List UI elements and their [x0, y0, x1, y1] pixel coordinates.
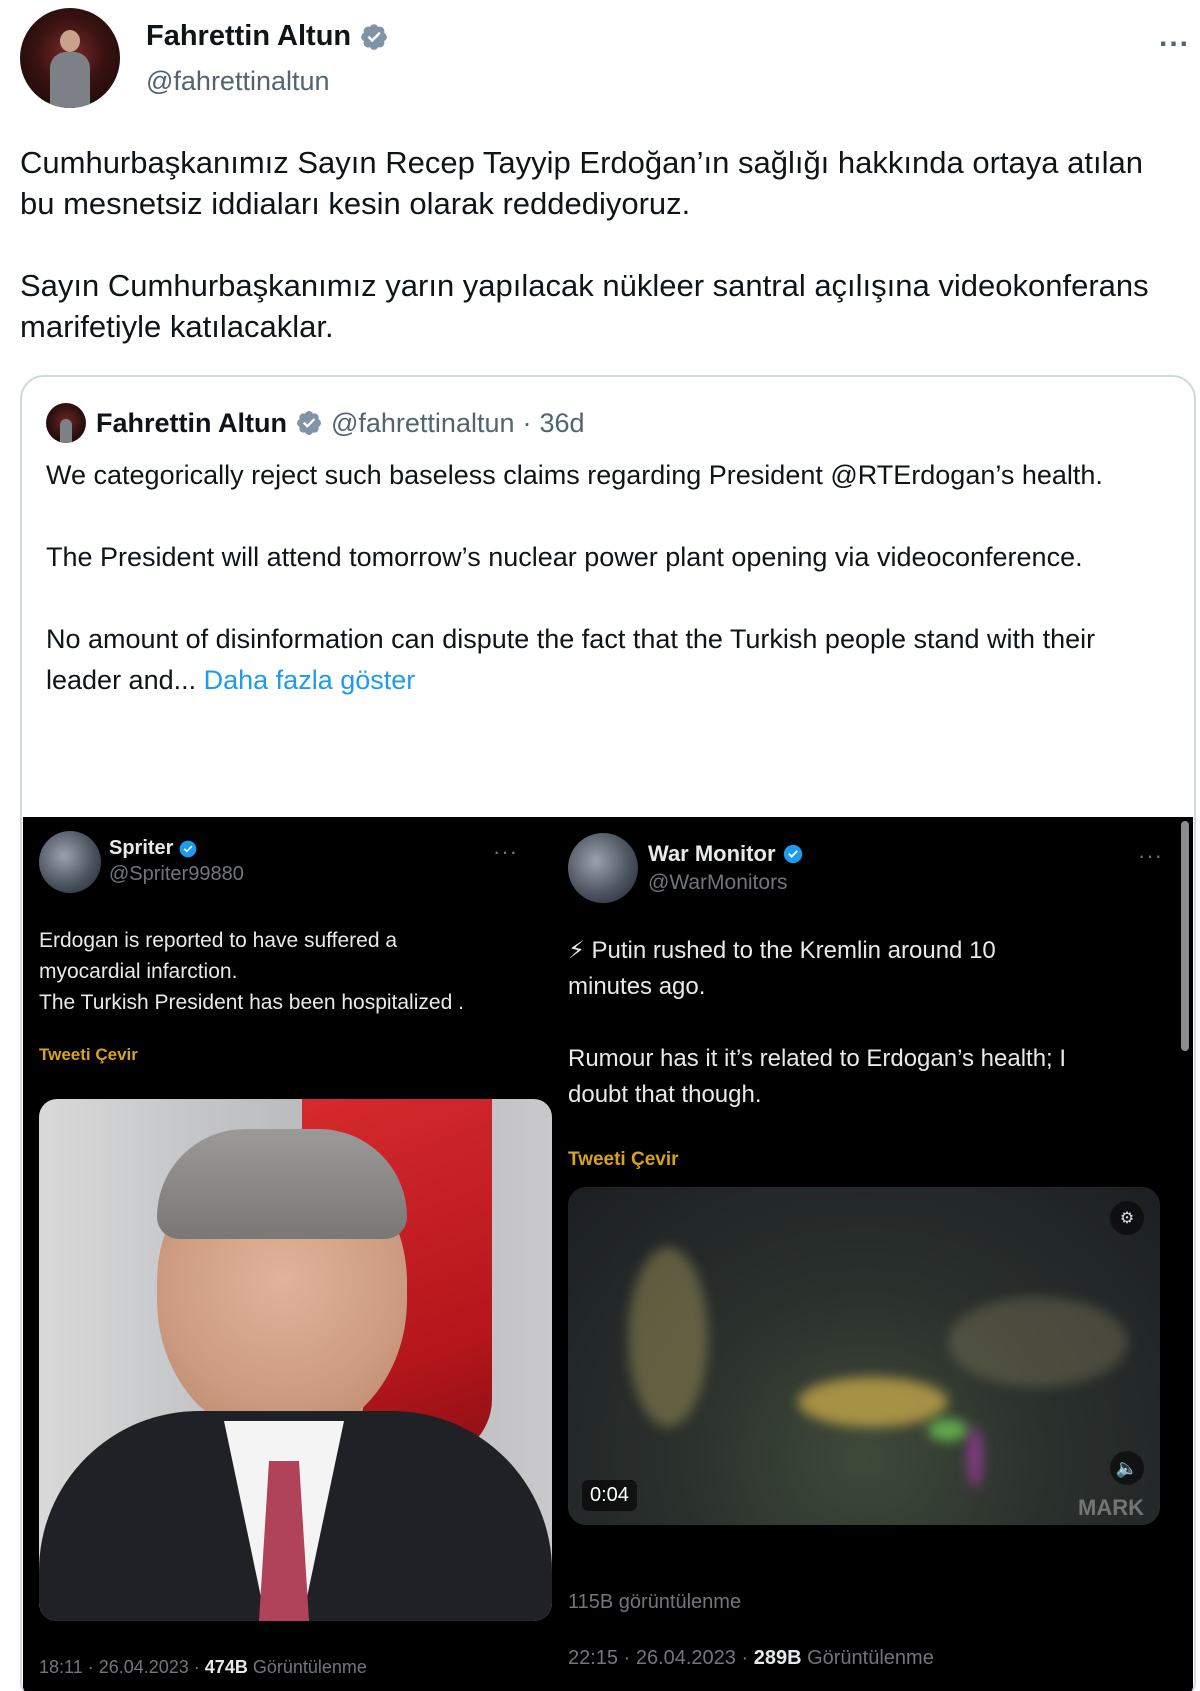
video-watermark: MARK: [1078, 1495, 1144, 1520]
quoted-paragraph: The President will attend tomorrow’s nuc…: [46, 542, 1083, 572]
video-settings-icon: ⚙: [1110, 1201, 1144, 1235]
video-light: [928, 1419, 968, 1441]
video-light: [968, 1427, 982, 1487]
warmonitor-line: ⚡ Putin rushed to the Kremlin around 10: [568, 937, 996, 964]
verified-badge-icon: [295, 409, 323, 437]
verified-badge-icon: [180, 840, 197, 857]
spriter-line: myocardial infarction.: [39, 960, 238, 983]
spriter-meta-time: 18:11 · 26.04.2023 ·: [39, 1657, 205, 1677]
spriter-meta-views: 474B: [204, 1657, 248, 1677]
author-name-row: Fahrettin Altun: [146, 20, 389, 53]
tweet-paragraph: Cumhurbaşkanımız Sayın Recep Tayyip Erdo…: [20, 145, 1143, 221]
spriter-avatar: [39, 831, 101, 893]
spriter-name: Spriter: [109, 837, 174, 859]
quoted-tweet-text: We categorically reject such baseless cl…: [46, 455, 1146, 742]
avatar-figure-body: [50, 52, 90, 108]
warmonitor-views-line: 115B görüntülenme: [568, 1591, 742, 1613]
warmonitor-avatar: [568, 833, 638, 903]
warmonitor-name: War Monitor: [648, 841, 776, 866]
warmonitor-name-row: War Monitor: [648, 841, 804, 867]
quoted-tweet-age: 36d: [539, 407, 585, 438]
quoted-paragraph-last: No amount of disinformation can dispute …: [46, 619, 1146, 701]
tweet-header: Fahrettin Altun @fahrettinaltun ...: [20, 8, 1190, 112]
more-options-icon: ···: [493, 839, 518, 864]
warmonitor-meta-views-label: Görüntülenme: [801, 1647, 934, 1669]
author-handle[interactable]: @fahrettinaltun: [146, 66, 330, 97]
video-light: [798, 1377, 948, 1427]
spriter-name-row: Spriter: [109, 837, 198, 860]
translate-link: Tweeti Çevir: [568, 1149, 679, 1170]
erdogan-photo: [39, 1099, 552, 1621]
photo-hair: [157, 1129, 407, 1239]
separator-dot: ·: [522, 407, 532, 438]
volume-icon: 🔈: [1110, 1451, 1144, 1485]
spriter-text: Erdogan is reported to have suffered a m…: [39, 925, 464, 1018]
spriter-meta-views-label: Görüntülenme: [247, 1657, 367, 1677]
kremlin-video: ⚙ 0:04 MARK 🔈: [568, 1187, 1160, 1525]
video-light: [948, 1297, 1128, 1387]
translate-link: Tweeti Çevir: [39, 1045, 138, 1064]
warmonitor-handle: @WarMonitors: [648, 871, 788, 894]
quoted-author-handle: @fahrettinaltun: [330, 407, 515, 438]
quoted-author-name: Fahrettin Altun: [96, 407, 287, 438]
quoted-paragraph: We categorically reject such baseless cl…: [46, 460, 1103, 490]
more-options-icon: ···: [1138, 843, 1163, 868]
warmonitor-line: minutes ago.: [568, 973, 706, 1000]
author-name[interactable]: Fahrettin Altun: [146, 20, 351, 53]
show-more-link[interactable]: Daha fazla göster: [204, 665, 416, 695]
quoted-tweet[interactable]: Fahrettin Altun @fahrettinaltun · 36d We…: [20, 375, 1196, 1691]
spriter-line: The Turkish President has been hospitali…: [39, 991, 464, 1014]
spriter-line: Erdogan is reported to have suffered a: [39, 929, 398, 952]
warmonitor-text-2: Rumour has it it’s related to Erdogan’s …: [568, 1041, 1066, 1113]
avatar-figure-head: [60, 30, 80, 52]
embedded-tweet-spriter: Spriter @Spriter99880 ··· Erdogan is rep…: [23, 817, 568, 1691]
quoted-tweet-header: Fahrettin Altun @fahrettinaltun · 36d: [46, 401, 585, 445]
verified-badge-icon: [359, 22, 389, 52]
video-light: [628, 1247, 708, 1427]
quoted-media-image[interactable]: Spriter @Spriter99880 ··· Erdogan is rep…: [23, 817, 1193, 1691]
spriter-meta: 18:11 · 26.04.2023 · 474B Görüntülenme: [39, 1657, 367, 1678]
warmonitor-text: ⚡ Putin rushed to the Kremlin around 10 …: [568, 933, 996, 1005]
warmonitor-line: doubt that though.: [568, 1081, 762, 1108]
warmonitor-meta-views: 289B: [753, 1647, 802, 1669]
tweet-paragraph: Sayın Cumhurbaşkanımız yarın yapılacak n…: [20, 268, 1149, 344]
video-duration: 0:04: [582, 1480, 637, 1511]
embedded-tweet-warmonitor: War Monitor @WarMonitors ··· ⚡ Putin rus…: [568, 817, 1193, 1691]
verified-badge-icon: [783, 844, 802, 864]
warmonitor-meta: 22:15 · 26.04.2023 · 289B Görüntülenme: [568, 1647, 934, 1670]
quoted-author-avatar: [46, 403, 86, 443]
warmonitor-meta-time: 22:15 · 26.04.2023 ·: [568, 1647, 754, 1669]
more-options-icon[interactable]: ...: [1159, 20, 1190, 54]
spriter-handle: @Spriter99880: [109, 863, 244, 885]
tweet-text: Cumhurbaşkanımız Sayın Recep Tayyip Erdo…: [20, 142, 1160, 388]
warmonitor-line: Rumour has it it’s related to Erdogan’s …: [568, 1045, 1067, 1072]
author-avatar[interactable]: [20, 8, 120, 108]
